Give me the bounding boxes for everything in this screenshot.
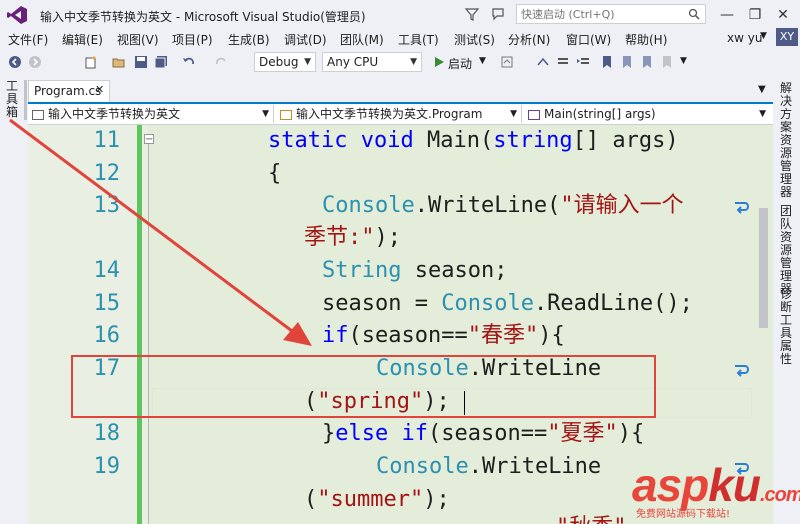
annotation-arrow [9,118,312,346]
watermark-text: asp [632,459,709,511]
watermark-text: ku [708,459,761,511]
watermark-subtitle: 免费网站源码下载站! [636,509,731,520]
watermark-text: .com [759,484,800,506]
